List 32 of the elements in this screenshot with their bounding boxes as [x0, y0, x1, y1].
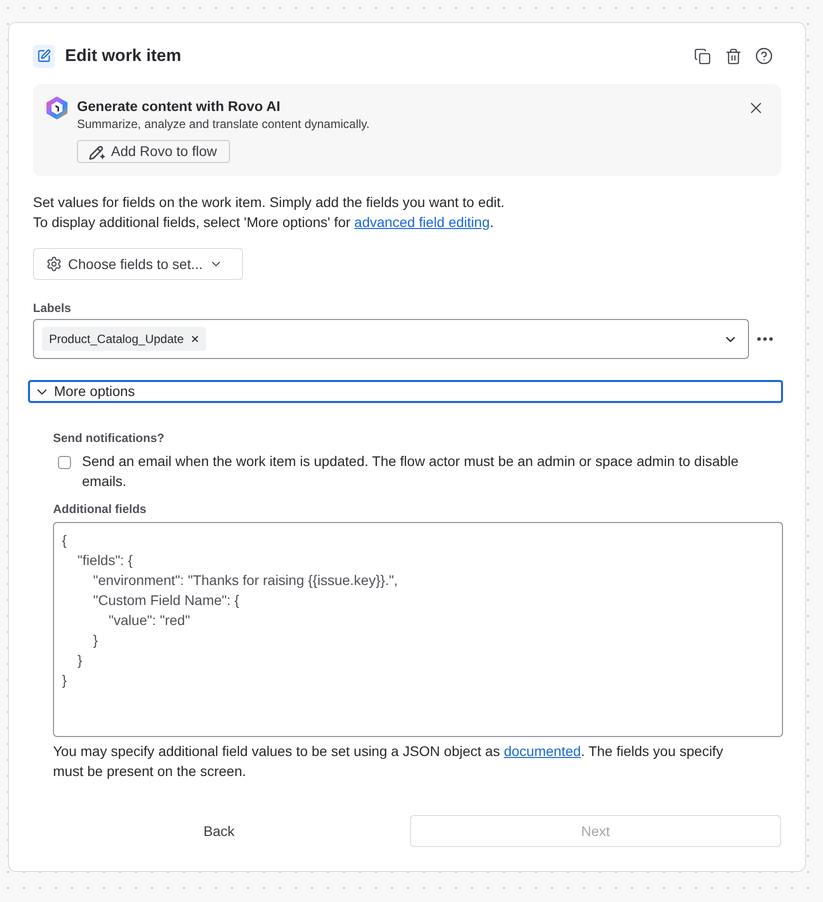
add-rovo-button[interactable]: Add Rovo to flow	[77, 140, 230, 163]
intro-text: Set values for fields on the work item. Simply add the fields you want to edit.	[33, 193, 506, 212]
ellipsis-icon	[757, 337, 773, 341]
duplicate-button[interactable]	[693, 47, 711, 65]
checkbox-label: Send an email when the work item is updated. The flow actor must be an admin or space admin to disable emails.	[82, 452, 740, 491]
checkbox[interactable]	[58, 456, 71, 469]
field-label: Labels	[33, 300, 72, 316]
trash-icon	[724, 48, 742, 64]
delete-button[interactable]	[724, 47, 742, 65]
intro-text: To display additional fields, select 'More options' for advanced field editing.	[33, 213, 495, 232]
more-options-toggle[interactable]: More options	[28, 380, 783, 403]
edit-icon	[33, 44, 55, 68]
help-button[interactable]	[755, 47, 773, 65]
tag-text: Product_Catalog_Update	[49, 331, 184, 348]
panel-title: Edit work item	[65, 45, 182, 68]
back-button[interactable]: Back	[53, 815, 385, 847]
help-text: You may specify additional field values to be set using a JSON object as documented. The fields you specify must be present on the screen.	[53, 742, 724, 781]
advanced-editing-link[interactable]: advanced field editing	[354, 214, 490, 230]
labels-select[interactable]: Product_Catalog_Update	[33, 319, 749, 359]
remove-icon	[190, 334, 200, 344]
json-textarea[interactable]: { "fields": { "environment": "Thanks for raising {{issue.key}}.", "Custom Field Name": { "value": "red" } } }	[53, 522, 783, 737]
choose-fields-button[interactable]: Choose fields to set...	[33, 248, 243, 280]
copy-icon	[694, 48, 710, 64]
banner-description: Summarize, analyze and translate content dynamically.	[77, 116, 370, 132]
field-label: Additional fields	[53, 501, 148, 517]
field-label: Send notifications?	[53, 430, 166, 446]
banner-title: Generate content with Rovo AI	[77, 97, 280, 116]
help-icon	[755, 47, 773, 65]
settings-icon	[46, 256, 62, 272]
remove-tag-button[interactable]	[190, 334, 200, 344]
documented-link[interactable]: documented	[504, 743, 581, 759]
hexagon-logo-icon	[46, 96, 68, 120]
